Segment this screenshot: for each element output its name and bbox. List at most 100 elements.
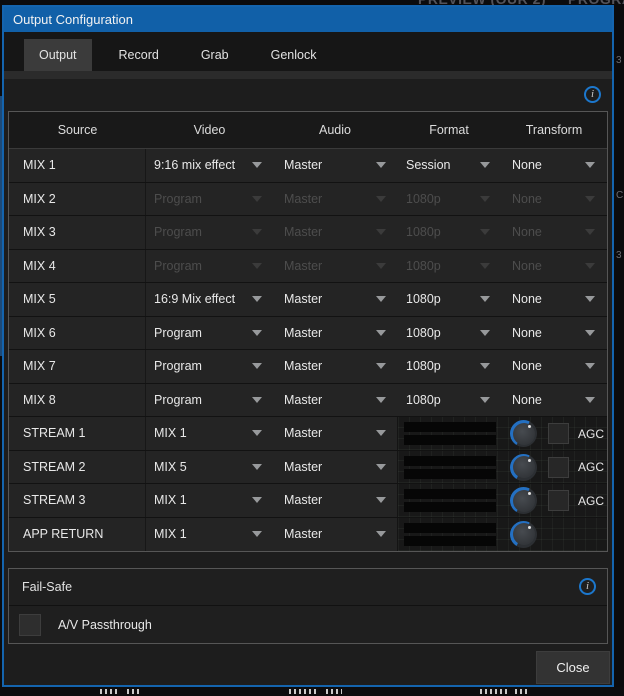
source-label: STREAM 2 [9,451,146,484]
chevron-down-icon [480,363,490,369]
source-label: MIX 4 [9,250,146,283]
volume-knob[interactable] [510,487,537,514]
chevron-down-icon [585,330,595,336]
info-icon[interactable]: i [584,86,601,103]
table-row: STREAM 3 MIX 1 Master AGC [9,484,607,518]
vu-ticks-icon [100,689,139,694]
failsafe-passthrough-row: A/V Passthrough [9,606,607,643]
table-row: MIX 4 Program Master 1080p None [9,250,607,284]
chevron-down-icon [585,196,595,202]
video-dropdown[interactable]: 9:16 mix effect [146,149,273,182]
transform-dropdown[interactable]: None [501,183,607,216]
video-dropdown[interactable]: MIX 1 [146,417,273,450]
chevron-down-icon [585,162,595,168]
audio-dropdown[interactable]: Master [273,283,397,316]
chevron-down-icon [376,397,386,403]
video-dropdown[interactable]: Program [146,250,273,283]
column-header-audio: Audio [273,112,397,148]
video-dropdown[interactable]: Program [146,350,273,383]
audio-dropdown[interactable]: Master [273,183,397,216]
knob-indicator-dot [528,492,531,495]
audio-level-meter [404,523,496,546]
tab-output[interactable]: Output [24,39,92,71]
chevron-down-icon [376,497,386,503]
chevron-down-icon [376,531,386,537]
audio-dropdown[interactable]: Master [273,484,397,517]
knob-indicator-dot [528,425,531,428]
chevron-down-icon [252,330,262,336]
audio-dropdown[interactable]: Master [273,518,397,552]
volume-knob[interactable] [510,521,537,548]
table-row: APP RETURN MIX 1 Master [9,518,607,552]
video-dropdown[interactable]: Program [146,384,273,417]
format-dropdown[interactable]: Session [397,149,501,182]
tab-genlock[interactable]: Genlock [256,39,332,71]
transform-dropdown[interactable]: None [501,350,607,383]
vu-ticks-icon [480,689,530,694]
format-dropdown[interactable]: 1080p [397,317,501,350]
format-dropdown[interactable]: 1080p [397,350,501,383]
chevron-down-icon [252,430,262,436]
av-passthrough-checkbox[interactable] [19,614,41,636]
tab-record[interactable]: Record [104,39,174,71]
tab-bar: Output Record Grab Genlock [4,32,612,71]
format-dropdown[interactable]: 1080p [397,216,501,249]
chevron-down-icon [252,497,262,503]
transform-dropdown[interactable]: None [501,149,607,182]
table-row: MIX 6 Program Master 1080p None [9,317,607,351]
audio-dropdown[interactable]: Master [273,250,397,283]
video-dropdown[interactable]: 16:9 Mix effect [146,283,273,316]
transform-dropdown[interactable]: None [501,283,607,316]
format-dropdown[interactable]: 1080p [397,183,501,216]
close-button[interactable]: Close [536,651,610,684]
source-label: STREAM 3 [9,484,146,517]
audio-dropdown[interactable]: Master [273,451,397,484]
video-dropdown[interactable]: MIX 5 [146,451,273,484]
chevron-down-icon [376,296,386,302]
video-dropdown[interactable]: MIX 1 [146,518,273,552]
chevron-down-icon [585,296,595,302]
transform-dropdown[interactable]: None [501,317,607,350]
video-dropdown[interactable]: Program [146,317,273,350]
chevron-down-icon [376,330,386,336]
output-configuration-dialog: Output Configuration Output Record Grab … [2,5,614,687]
format-dropdown[interactable]: 1080p [397,283,501,316]
volume-knob[interactable] [510,454,537,481]
table-row: STREAM 1 MIX 1 Master AGC [9,417,607,451]
audio-dropdown[interactable]: Master [273,384,397,417]
tab-grab[interactable]: Grab [186,39,244,71]
format-dropdown[interactable]: 1080p [397,384,501,417]
audio-dropdown[interactable]: Master [273,417,397,450]
table-body: MIX 1 9:16 mix effect Master Session Non… [9,149,607,551]
audio-dropdown[interactable]: Master [273,216,397,249]
background-meter-strip [0,687,624,696]
audio-dropdown[interactable]: Master [273,149,397,182]
volume-knob[interactable] [510,420,537,447]
agc-checkbox[interactable] [548,423,569,444]
source-label: MIX 3 [9,216,146,249]
video-dropdown[interactable]: Program [146,183,273,216]
transform-dropdown[interactable]: None [501,384,607,417]
transform-dropdown[interactable]: None [501,216,607,249]
agc-checkbox[interactable] [548,457,569,478]
audio-dropdown[interactable]: Master [273,317,397,350]
chevron-down-icon [376,464,386,470]
video-dropdown[interactable]: MIX 1 [146,484,273,517]
failsafe-title: Fail-Safe [22,580,72,594]
column-header-transform: Transform [501,112,607,148]
source-label: MIX 8 [9,384,146,417]
agc-checkbox[interactable] [548,490,569,511]
agc-label: AGC [578,484,604,518]
source-label: MIX 5 [9,283,146,316]
transform-dropdown[interactable]: None [501,250,607,283]
video-dropdown[interactable]: Program [146,216,273,249]
source-label: MIX 1 [9,149,146,182]
vu-ticks-icon [289,689,342,694]
info-icon[interactable]: i [579,578,596,595]
source-label: MIX 2 [9,183,146,216]
table-row: MIX 5 16:9 Mix effect Master 1080p None [9,283,607,317]
audio-level-meter [404,489,496,512]
audio-dropdown[interactable]: Master [273,350,397,383]
audio-control-zone: AGC [397,484,607,517]
format-dropdown[interactable]: 1080p [397,250,501,283]
